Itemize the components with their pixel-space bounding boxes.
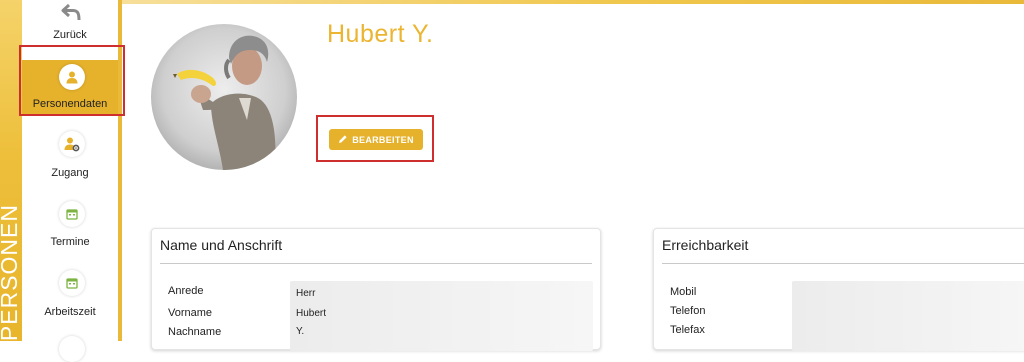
highlight-personendaten [19, 45, 125, 116]
field-label-anrede: Anrede [168, 285, 204, 297]
section-label: PERSONEN [0, 203, 22, 341]
sidebar-next-item-icon[interactable] [59, 336, 85, 362]
avatar [151, 24, 297, 170]
calendar-icon [59, 201, 85, 227]
sidebar-item-termine[interactable]: Termine [22, 198, 118, 254]
sidebar-item-arbeitszeit[interactable]: Arbeitszeit [22, 267, 118, 323]
calendar-icon [59, 270, 85, 296]
field-label-telefon: Telefon [670, 305, 706, 317]
card-title: Name und Anschrift [160, 237, 283, 253]
field-label-nachname: Nachname [168, 326, 222, 338]
sidebar-item-label: Zurück [53, 29, 87, 41]
sidebar-item-zugang[interactable]: Zugang [22, 130, 118, 186]
field-label-telefax: Telefax [670, 324, 705, 336]
sidebar-item-label: Zugang [51, 167, 89, 179]
page-title: Hubert Y. [327, 20, 434, 48]
field-label-mobil: Mobil [670, 286, 697, 298]
pencil-icon [338, 134, 348, 146]
field-label-vorname: Vorname [168, 307, 213, 319]
card-divider [160, 263, 592, 264]
edit-button-label: BEARBEITEN [352, 134, 414, 145]
card-divider [662, 263, 1024, 264]
user-gear-icon [59, 131, 85, 157]
card-name-address: Name und Anschrift Anrede Herr Vorname H… [151, 228, 601, 351]
back-arrow-icon [60, 1, 84, 23]
edit-button[interactable]: BEARBEITEN [329, 129, 423, 150]
card-contact: Erreichbarkeit Mobil Telefon Telefax [653, 228, 1024, 351]
sidebar-item-back[interactable]: Zurück [22, 0, 118, 46]
top-accent-bar [122, 0, 1024, 4]
sidebar-item-label: Arbeitszeit [44, 306, 96, 318]
field-value-vorname: Hubert [296, 308, 327, 319]
field-value-anrede: Herr [296, 288, 316, 299]
field-value-nachname: Y. [296, 326, 305, 337]
card-title: Erreichbarkeit [662, 237, 749, 253]
sidebar-item-label: Termine [50, 236, 90, 248]
